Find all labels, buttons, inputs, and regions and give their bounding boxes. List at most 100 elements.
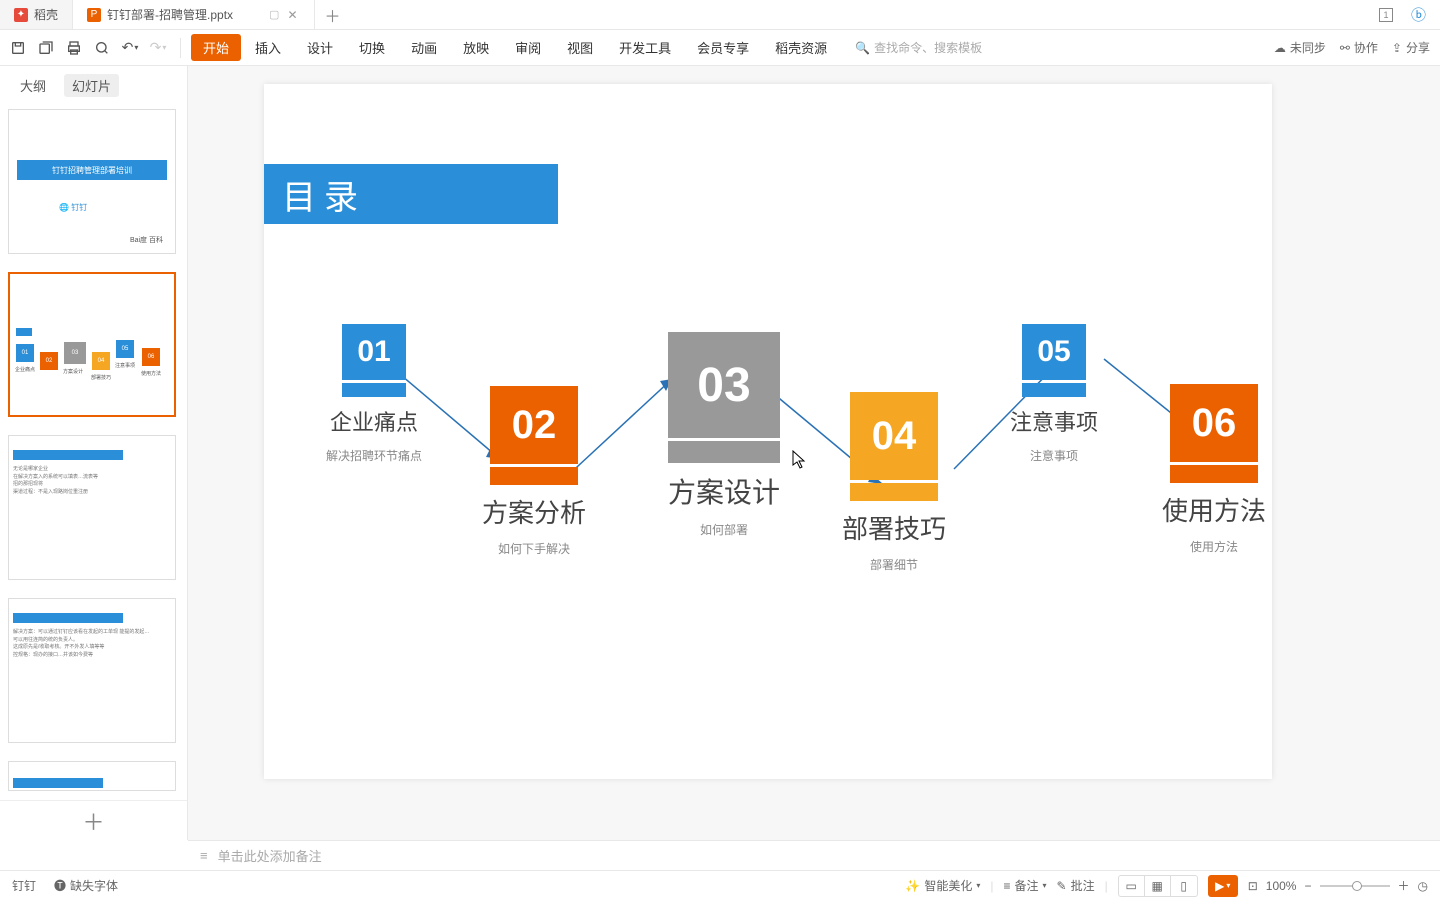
sync-status[interactable]: ☁未同步	[1274, 39, 1326, 56]
command-search-placeholder: 查找命令、搜索模板	[874, 39, 982, 56]
flow-title-03: 方案设计	[644, 471, 804, 511]
slide-canvas[interactable]: 目录 01 企业痛点 解决招聘环节痛点 02	[188, 66, 1440, 840]
thumb4-band	[13, 613, 123, 623]
flow-title-04: 部署技巧	[824, 509, 964, 546]
notes-toggle-icon: ≡	[1003, 879, 1010, 893]
pptx-icon: P	[87, 8, 101, 22]
flow-sub-01: 解决招聘环节痛点	[314, 447, 434, 464]
flow-title-05: 注意事项	[994, 405, 1114, 437]
thumb2-flow: 01 02 03 04 05 06 企业痛点 方案设计 部署技巧 注意事项 使用…	[14, 324, 170, 374]
zoom-slider[interactable]	[1320, 885, 1390, 887]
thumb3-band	[13, 450, 123, 460]
flow-sub-05: 注意事项	[994, 447, 1114, 464]
fit-button[interactable]: ⊡	[1248, 879, 1258, 893]
print-button[interactable]	[62, 36, 86, 60]
flow-title-06: 使用方法	[1144, 491, 1284, 528]
command-search[interactable]: 🔍 查找命令、搜索模板	[855, 39, 982, 56]
comment-icon: ✎	[1057, 879, 1067, 893]
flow-num-03: 03	[668, 332, 780, 438]
reading-view-button[interactable]: ▯	[1171, 876, 1197, 896]
flow-node-02[interactable]: 02 方案分析 如何下手解决	[464, 386, 604, 557]
separator	[180, 38, 181, 58]
menu-transition[interactable]: 切换	[347, 34, 397, 61]
new-tab-button[interactable]: ＋	[315, 0, 351, 29]
missing-font-button[interactable]: 🅣缺失字体	[54, 877, 118, 894]
share-icon: ⇪	[1392, 41, 1402, 55]
missing-font-label: 缺失字体	[70, 877, 118, 894]
zoom-value[interactable]: 100%	[1266, 879, 1297, 893]
menu-view[interactable]: 视图	[555, 34, 605, 61]
slide-thumb-4[interactable]: 解决方案：可以通过钉钉应该看在发起的工单现 能提的发起… 可以用往连简的统的负责…	[8, 598, 176, 743]
zoom-menu-button[interactable]: ◷	[1418, 879, 1428, 893]
save-as-button[interactable]	[34, 36, 58, 60]
flow-num-02: 02	[490, 386, 578, 464]
document-tab-label: 钉钉部署-招聘管理.pptx	[107, 6, 233, 23]
close-tab-icon[interactable]: ✕	[285, 8, 299, 22]
smart-beautify-button[interactable]: ✨智能美化▾	[905, 877, 980, 894]
flow-num-04: 04	[850, 392, 938, 480]
status-dingding[interactable]: 钉钉	[12, 877, 36, 894]
comments-label: 批注	[1071, 877, 1095, 894]
flow-node-06[interactable]: 06 使用方法 使用方法	[1144, 384, 1284, 555]
search-icon: 🔍	[855, 41, 870, 55]
main-region: 大纲 幻灯片 钉钉招聘管理部署培训 🌐 钉钉 Bai度 百科 01 02 03 …	[0, 66, 1440, 840]
font-icon: 🅣	[54, 877, 66, 894]
side-tabs: 大纲 幻灯片	[0, 66, 187, 105]
title-bar: ✦ 稻壳 P 钉钉部署-招聘管理.pptx ▢ ✕ ＋ 1 ⓑ	[0, 0, 1440, 30]
flow-sub-04: 部署细节	[824, 556, 964, 573]
slides-tab[interactable]: 幻灯片	[64, 74, 119, 97]
sorter-view-button[interactable]: ▦	[1145, 876, 1171, 896]
notes-toggle[interactable]: ≡备注▾	[1003, 877, 1046, 894]
menu-start[interactable]: 开始	[191, 34, 241, 61]
cloud-account-icon[interactable]: ⓑ	[1411, 4, 1426, 25]
flow-title-01: 企业痛点	[314, 405, 434, 437]
menu-design[interactable]: 设计	[295, 34, 345, 61]
thumbnails: 钉钉招聘管理部署培训 🌐 钉钉 Bai度 百科 01 02 03 04 05 0…	[0, 105, 187, 800]
flow-num-01: 01	[342, 324, 406, 380]
flow-node-03[interactable]: 03 方案设计 如何部署	[644, 332, 804, 538]
zoom-knob[interactable]	[1352, 881, 1362, 891]
normal-view-button[interactable]: ▭	[1119, 876, 1145, 896]
window-number-icon[interactable]: 1	[1379, 8, 1393, 22]
flow-node-01[interactable]: 01 企业痛点 解决招聘环节痛点	[314, 324, 434, 464]
menu-slideshow[interactable]: 放映	[451, 34, 501, 61]
menu-devtools[interactable]: 开发工具	[607, 34, 683, 61]
sync-label: 未同步	[1290, 39, 1326, 56]
home-tab[interactable]: ✦ 稻壳	[0, 0, 73, 29]
present-mode-icon[interactable]: ▢	[269, 8, 279, 21]
undo-button[interactable]: ↶▾	[118, 36, 142, 60]
notes-bar[interactable]: ≡ 单击此处添加备注	[188, 840, 1440, 870]
slide-thumb-2[interactable]: 01 02 03 04 05 06 企业痛点 方案设计 部署技巧 注意事项 使用…	[8, 272, 176, 417]
menu-insert[interactable]: 插入	[243, 34, 293, 61]
slide-thumb-5[interactable]	[8, 761, 176, 791]
add-slide-button[interactable]: ＋	[0, 800, 187, 840]
outline-tab[interactable]: 大纲	[12, 74, 54, 97]
slide-content[interactable]: 目录 01 企业痛点 解决招聘环节痛点 02	[264, 84, 1272, 779]
slide-thumb-3[interactable]: 无论是哪家企业 在解决方案入的系统可以填表…流表等 招的那招现将 渠道过程：不是…	[8, 435, 176, 580]
save-button[interactable]	[6, 36, 30, 60]
slide-thumb-1[interactable]: 钉钉招聘管理部署培训 🌐 钉钉 Bai度 百科	[8, 109, 176, 254]
zoom-in-button[interactable]: ＋	[1398, 877, 1410, 894]
collab-button[interactable]: ⚯ 协作	[1340, 39, 1378, 56]
comments-toggle[interactable]: ✎ 批注	[1057, 877, 1095, 894]
collab-label: 协作	[1354, 39, 1378, 56]
print-preview-button[interactable]	[90, 36, 114, 60]
thumb4-text: 解决方案：可以通过钉钉应该看在发起的工单现 能提的发起… 可以用往连简的统的负责…	[13, 629, 171, 659]
redo-button[interactable]: ↷▾	[146, 36, 170, 60]
notes-placeholder: 单击此处添加备注	[218, 846, 322, 865]
toc-title[interactable]: 目录	[264, 164, 558, 224]
flow-node-05[interactable]: 05 注意事项 注意事项	[994, 324, 1114, 464]
toolbar: ↶▾ ↷▾ 开始 插入 设计 切换 动画 放映 审阅 视图 开发工具 会员专享 …	[0, 30, 1440, 66]
menu-animation[interactable]: 动画	[399, 34, 449, 61]
thumb1-logo: 🌐 钉钉	[59, 202, 87, 213]
share-button[interactable]: ⇪分享	[1392, 39, 1430, 56]
menu-review[interactable]: 审阅	[503, 34, 553, 61]
document-tab[interactable]: P 钉钉部署-招聘管理.pptx ▢ ✕	[73, 0, 314, 29]
menu-vip[interactable]: 会员专享	[685, 34, 761, 61]
zoom-out-button[interactable]: −	[1304, 879, 1311, 893]
slideshow-button[interactable]: ▶▾	[1208, 875, 1238, 897]
menu-bar: 开始 插入 设计 切换 动画 放映 审阅 视图 开发工具 会员专享 稻壳资源	[191, 34, 839, 61]
menu-resources[interactable]: 稻壳资源	[763, 34, 839, 61]
flow-node-04[interactable]: 04 部署技巧 部署细节	[824, 392, 964, 573]
collab-icon: ⚯	[1340, 41, 1350, 55]
